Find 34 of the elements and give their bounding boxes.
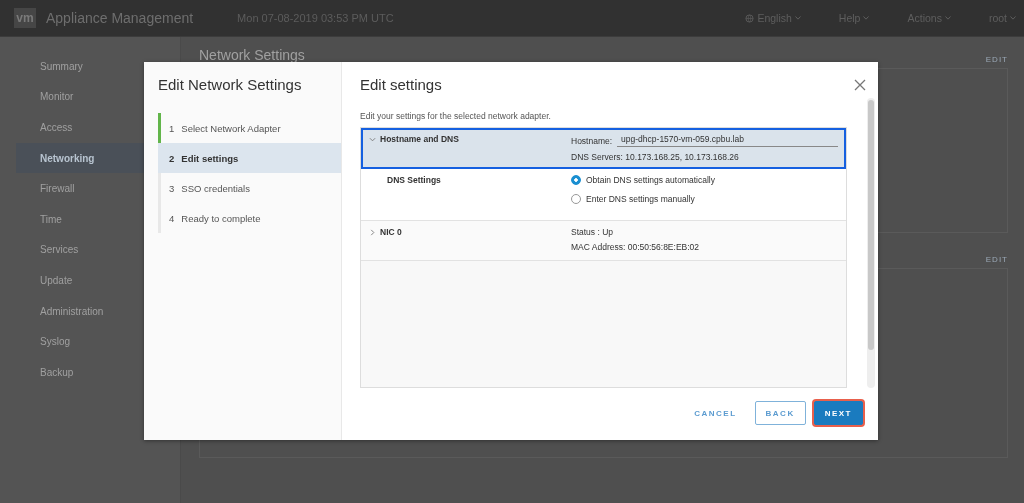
edit-link[interactable]: EDIT — [985, 55, 1008, 64]
globe-icon — [745, 13, 755, 23]
wizard-step[interactable]: 2 Edit settings — [158, 143, 341, 173]
field-text: DNS Servers: 10.173.168.25, 10.173.168.26 — [571, 152, 740, 162]
edit-link[interactable]: EDIT — [985, 255, 1008, 264]
field-label: Hostname: — [571, 135, 613, 146]
next-button[interactable]: NEXT — [813, 401, 863, 425]
settings-row[interactable]: Hostname and DNS Hostname: upg-dhcp-1570-vm-059.cpbu.lab DNS Servers: 10.173.168.25, 10.173.168.26 — [361, 128, 846, 169]
row-label: NIC 0 — [380, 227, 402, 237]
caret-icon — [863, 16, 870, 20]
caret-icon — [1010, 16, 1016, 20]
radio-button[interactable] — [571, 175, 581, 185]
radio-label: Enter DNS settings manually — [586, 194, 695, 204]
dialog-title: Edit Network Settings — [158, 76, 303, 93]
page-title: Network Settings — [199, 47, 305, 63]
hostname-field[interactable]: upg-dhcp-1570-vm-059.cpbu.lab — [617, 134, 838, 147]
field-text: MAC Address: 00:50:56:8E:EB:02 — [571, 242, 701, 252]
wizard-step[interactable]: 4 Ready to complete — [158, 203, 341, 233]
wizard-step[interactable]: 3 SSO credentials — [158, 173, 341, 203]
radio-label: Obtain DNS settings automatically — [586, 175, 715, 185]
close-button[interactable] — [854, 79, 866, 91]
caret-icon — [944, 16, 951, 20]
description: Edit your settings for the selected network adapter. — [360, 111, 552, 121]
row-label: DNS Settings — [386, 175, 441, 185]
scrollbar[interactable] — [867, 98, 875, 388]
panel-title: Edit settings — [360, 76, 443, 93]
app-title: Appliance Management — [46, 10, 194, 26]
back-button[interactable]: BACK — [754, 401, 806, 425]
row-label: Hostname and DNS — [380, 134, 459, 144]
radio-button[interactable] — [571, 194, 581, 204]
chevron-right-icon[interactable] — [369, 229, 376, 236]
caret-icon — [794, 16, 801, 20]
field-text: Status : Up — [571, 227, 615, 237]
chevron-down-icon[interactable] — [369, 136, 376, 143]
